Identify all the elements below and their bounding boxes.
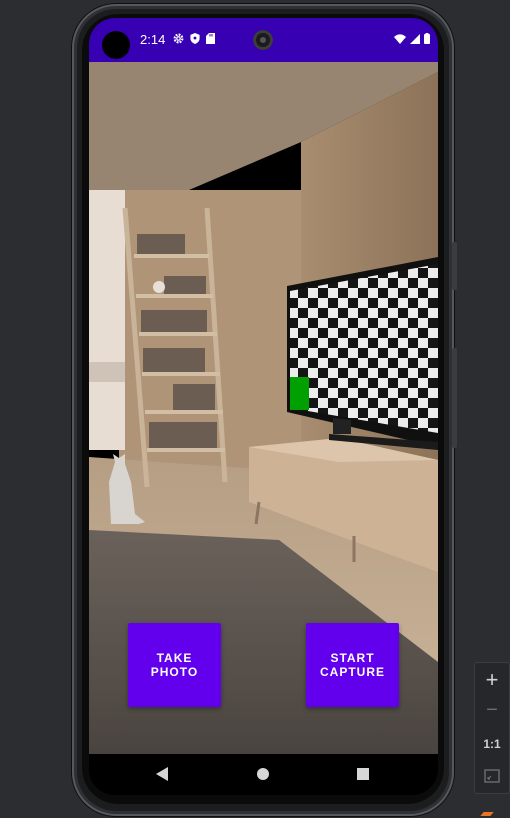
start-capture-button[interactable]: START CAPTURE [306,623,399,707]
device-screen: 2:14 TAKE PHOTO START CAPTURE [89,18,438,795]
shield-icon [190,33,200,44]
emulator-zoom-toolbar: + − 1:1 [474,662,510,794]
actual-size-button[interactable]: 1:1 [475,737,509,751]
sd-card-icon [206,33,215,44]
take-photo-button[interactable]: TAKE PHOTO [128,623,221,707]
recents-icon[interactable] [356,766,370,782]
navigation-bar [89,754,438,795]
punch-hole [102,31,130,59]
wifi-icon [394,33,406,44]
gear-icon [173,33,184,44]
signal-icon [410,33,420,44]
status-bar: 2:14 [89,18,438,62]
status-time: 2:14 [140,32,166,47]
camera-preview[interactable]: TAKE PHOTO START CAPTURE [89,62,438,754]
zoom-in-button[interactable]: + [475,667,509,693]
home-icon[interactable] [255,766,271,782]
back-icon[interactable] [155,766,169,782]
front-camera [253,30,273,50]
power-button[interactable] [452,242,457,290]
volume-button[interactable] [452,348,457,448]
corner-badge [480,812,494,816]
fit-screen-icon[interactable] [484,769,500,783]
zoom-out-button[interactable]: − [475,699,509,722]
battery-icon [424,33,430,44]
